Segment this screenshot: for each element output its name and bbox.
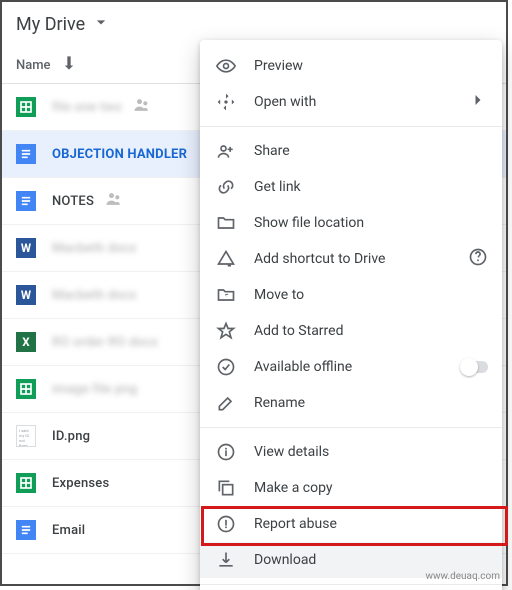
sheets-icon <box>16 379 36 399</box>
file-name: Email <box>52 523 85 538</box>
shortcut-icon <box>216 249 236 269</box>
menu-label: Available offline <box>254 359 352 375</box>
file-name: Macbeth docx <box>52 288 137 303</box>
svg-text:X: X <box>22 335 30 349</box>
menu-available-offline[interactable]: Available offline <box>200 349 502 385</box>
menu-label: Rename <box>254 395 305 411</box>
menu-label: Open with <box>254 94 316 110</box>
copy-icon <box>216 478 236 498</box>
word-icon: W <box>16 285 36 305</box>
drive-title: My Drive <box>16 14 85 35</box>
move-icon <box>216 285 236 305</box>
sort-arrow-icon <box>59 53 79 77</box>
menu-show-location[interactable]: Show file location <box>200 205 502 241</box>
docs-icon <box>16 191 36 211</box>
open-with-icon <box>216 92 236 112</box>
menu-add-starred[interactable]: Add to Starred <box>200 313 502 349</box>
menu-open-with[interactable]: Open with <box>200 84 502 120</box>
column-name: Name <box>16 58 51 73</box>
file-name: image file png <box>52 382 137 397</box>
file-name: ID.png <box>52 429 90 444</box>
watermark: www.deuaq.com <box>426 571 501 582</box>
menu-label: Get link <box>254 179 301 195</box>
menu-label: Show file location <box>254 215 364 231</box>
menu-label: Preview <box>254 58 303 74</box>
dropdown-icon <box>91 12 111 37</box>
report-icon <box>216 514 236 534</box>
sheets-icon <box>16 473 36 493</box>
menu-separator <box>200 427 502 428</box>
menu-make-copy[interactable]: Make a copy <box>200 470 502 506</box>
chevron-right-icon <box>468 90 488 114</box>
menu-label: Make a copy <box>254 480 333 496</box>
folder-icon <box>216 213 236 233</box>
file-name: Expenses <box>52 476 109 491</box>
svg-text:W: W <box>21 288 32 302</box>
file-name: NOTES <box>52 194 94 209</box>
menu-label: Report abuse <box>254 516 337 532</box>
menu-label: Move to <box>254 287 304 303</box>
menu-label: View details <box>254 444 329 460</box>
menu-separator <box>200 126 502 127</box>
menu-label: Share <box>254 143 290 159</box>
menu-get-link[interactable]: Get link <box>200 169 502 205</box>
offline-icon <box>216 357 236 377</box>
image-icon: I said my ID not fixed for my my fotos <box>16 426 36 446</box>
sheets-icon <box>16 97 36 117</box>
file-name: Macbeth docx <box>52 241 137 256</box>
shared-icon <box>132 95 152 119</box>
offline-toggle[interactable] <box>462 361 488 373</box>
file-name: OBJECTION HANDLER <box>52 147 187 162</box>
excel-icon: X <box>16 332 36 352</box>
menu-rename[interactable]: Rename <box>200 385 502 421</box>
docs-icon <box>16 520 36 540</box>
menu-add-shortcut[interactable]: Add shortcut to Drive <box>200 241 502 277</box>
menu-label: Add to Starred <box>254 323 343 339</box>
word-icon: W <box>16 238 36 258</box>
menu-share[interactable]: Share <box>200 133 502 169</box>
star-icon <box>216 321 236 341</box>
svg-text:W: W <box>21 241 32 255</box>
shared-icon <box>104 189 124 213</box>
menu-move-to[interactable]: Move to <box>200 277 502 313</box>
menu-label: Download <box>254 552 316 568</box>
menu-view-details[interactable]: View details <box>200 434 502 470</box>
info-icon <box>216 442 236 462</box>
link-icon <box>216 177 236 197</box>
download-icon <box>216 550 236 570</box>
share-icon <box>216 141 236 161</box>
docs-icon <box>16 144 36 164</box>
menu-separator <box>200 584 502 585</box>
file-name: file one two <box>52 100 122 115</box>
file-name: RO order RO docx <box>52 335 158 350</box>
context-menu: Preview Open with Share Get link Show fi… <box>200 40 502 590</box>
help-icon[interactable] <box>468 247 488 271</box>
menu-report-abuse[interactable]: Report abuse <box>200 506 502 542</box>
menu-preview[interactable]: Preview <box>200 48 502 84</box>
eye-icon <box>216 56 236 76</box>
rename-icon <box>216 393 236 413</box>
menu-label: Add shortcut to Drive <box>254 251 385 267</box>
